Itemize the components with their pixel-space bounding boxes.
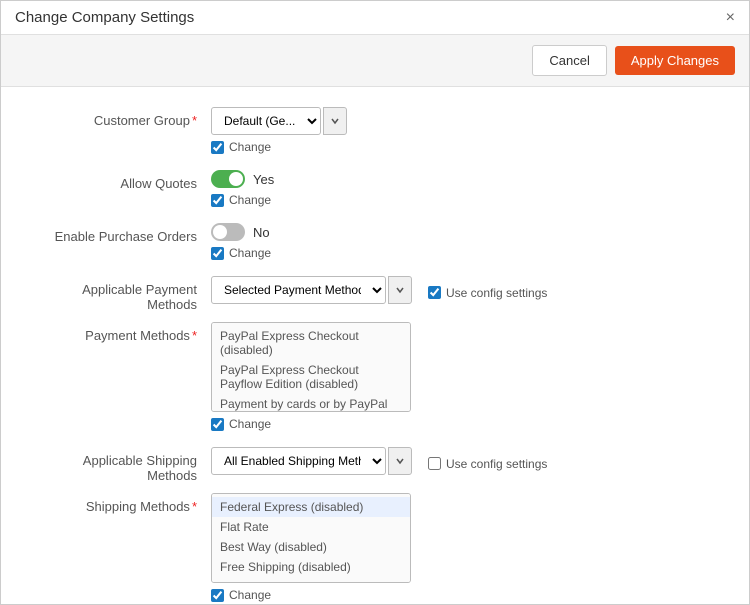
applicable-payment-methods-select[interactable]: Selected Payment Methods [211, 276, 386, 304]
shipping-methods-label: Shipping Methods* [31, 493, 211, 514]
enable-purchase-orders-toggle-label: No [253, 225, 270, 240]
chevron-down-icon [331, 117, 339, 125]
list-item[interactable]: PayPal Express Checkout (disabled) [212, 326, 410, 360]
allow-quotes-controls: Yes Change [211, 170, 719, 207]
shipping-methods-change-label: Change [229, 588, 271, 602]
applicable-shipping-dropdown-arrow[interactable] [388, 447, 412, 475]
list-item[interactable]: Free Shipping (disabled) [212, 557, 410, 577]
applicable-payment-methods-label: Applicable Payment Methods [31, 276, 211, 312]
allow-quotes-toggle[interactable] [211, 170, 245, 188]
list-item[interactable]: Best Way (disabled) [212, 537, 410, 557]
list-item[interactable]: Flat Rate [212, 517, 410, 537]
shipping-methods-change-row: Change [211, 588, 719, 602]
customer-group-dropdown-arrow[interactable] [323, 107, 347, 135]
applicable-payment-dropdown-arrow[interactable] [388, 276, 412, 304]
payment-methods-change-label: Change [229, 417, 271, 431]
enable-purchase-orders-change-row: Change [211, 246, 719, 260]
enable-purchase-orders-change-label: Change [229, 246, 271, 260]
shipping-methods-controls: Federal Express (disabled)Flat RateBest … [211, 493, 719, 602]
list-item[interactable]: Federal Express (disabled) [212, 497, 410, 517]
modal: Change Company Settings × Cancel Apply C… [0, 0, 750, 605]
allow-quotes-change-label: Change [229, 193, 271, 207]
shipping-methods-change-checkbox[interactable] [211, 589, 224, 602]
customer-group-label: Customer Group* [31, 107, 211, 128]
customer-group-select[interactable]: Default (Ge... [211, 107, 321, 135]
payment-use-config-label: Use config settings [446, 286, 547, 300]
list-item[interactable]: PayPal Express Checkout Payflow Edition … [212, 360, 410, 394]
modal-title: Change Company Settings [15, 9, 194, 26]
enable-purchase-orders-change-checkbox[interactable] [211, 247, 224, 260]
applicable-shipping-methods-label: Applicable Shipping Methods [31, 447, 211, 483]
chevron-down-icon [396, 457, 404, 465]
allow-quotes-row: Allow Quotes Yes Change [31, 170, 719, 207]
cancel-button[interactable]: Cancel [532, 45, 606, 76]
applicable-payment-methods-row: Applicable Payment Methods Selected Paym… [31, 276, 719, 312]
allow-quotes-label: Allow Quotes [31, 170, 211, 191]
enable-purchase-orders-controls: No Change [211, 223, 719, 260]
shipping-use-config-label: Use config settings [446, 457, 547, 471]
customer-group-controls: Default (Ge... Change [211, 107, 719, 154]
payment-methods-controls: PayPal Express Checkout (disabled)PayPal… [211, 322, 719, 431]
allow-quotes-change-row: Change [211, 193, 719, 207]
list-item[interactable]: United Parcel Service (disabled) [212, 577, 410, 583]
payment-methods-row: Payment Methods* PayPal Express Checkout… [31, 322, 719, 431]
customer-group-row: Customer Group* Default (Ge... Change [31, 107, 719, 154]
toolbar: Cancel Apply Changes [1, 35, 749, 87]
payment-methods-list[interactable]: PayPal Express Checkout (disabled)PayPal… [211, 322, 411, 412]
shipping-use-config-checkbox[interactable] [428, 457, 441, 470]
payment-use-config-checkbox[interactable] [428, 286, 441, 299]
payment-methods-change-checkbox[interactable] [211, 418, 224, 431]
allow-quotes-change-checkbox[interactable] [211, 194, 224, 207]
customer-group-change-row: Change [211, 140, 719, 154]
allow-quotes-toggle-label: Yes [253, 172, 274, 187]
customer-group-change-label: Change [229, 140, 271, 154]
modal-body: Customer Group* Default (Ge... Change [1, 87, 749, 604]
payment-methods-label: Payment Methods* [31, 322, 211, 343]
enable-purchase-orders-label: Enable Purchase Orders [31, 223, 211, 244]
list-item[interactable]: Payment by cards or by PayPal account (d… [212, 394, 410, 412]
payment-methods-change-row: Change [211, 417, 719, 431]
applicable-shipping-methods-row: Applicable Shipping Methods All Enabled … [31, 447, 719, 483]
applicable-shipping-methods-select[interactable]: All Enabled Shipping Methods [211, 447, 386, 475]
shipping-methods-list[interactable]: Federal Express (disabled)Flat RateBest … [211, 493, 411, 583]
shipping-methods-row: Shipping Methods* Federal Express (disab… [31, 493, 719, 602]
close-icon[interactable]: × [726, 10, 735, 26]
modal-header: Change Company Settings × [1, 1, 749, 35]
apply-changes-button[interactable]: Apply Changes [615, 46, 735, 75]
chevron-down-icon [396, 286, 404, 294]
enable-purchase-orders-toggle[interactable] [211, 223, 245, 241]
enable-purchase-orders-row: Enable Purchase Orders No Change [31, 223, 719, 260]
customer-group-change-checkbox[interactable] [211, 141, 224, 154]
